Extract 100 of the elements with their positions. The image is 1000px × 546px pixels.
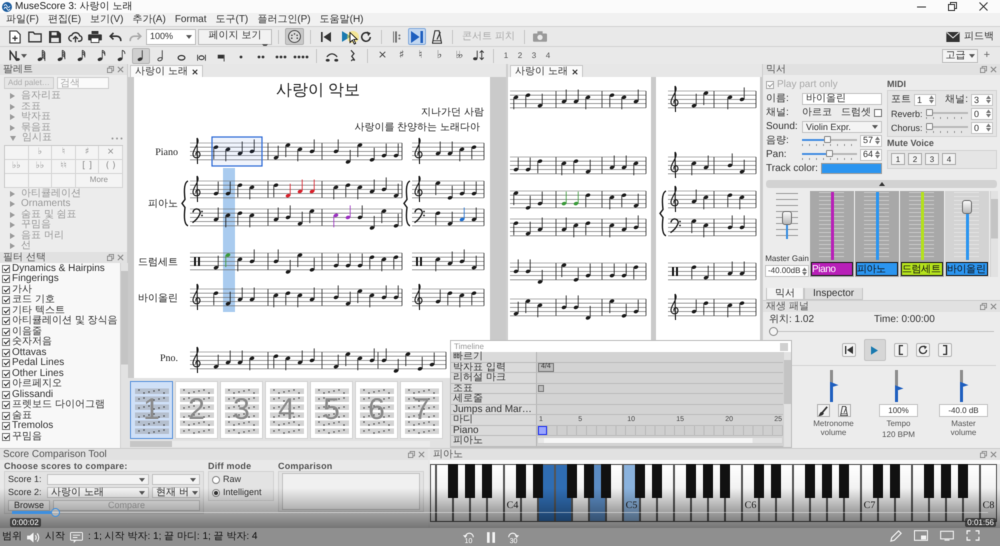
undock-icon[interactable]	[107, 254, 114, 260]
selection-box[interactable]	[211, 136, 263, 167]
triple-dot-icon[interactable]	[275, 52, 287, 58]
timeline-row-label[interactable]: 마디	[451, 415, 537, 424]
checkbox[interactable]	[2, 317, 10, 326]
play-button[interactable]	[864, 339, 886, 361]
double-sharp-button[interactable]: ×	[374, 48, 391, 64]
note-input-icon[interactable]	[9, 50, 20, 61]
sharp-button[interactable]: ♯	[393, 48, 410, 64]
checkbox[interactable]	[2, 348, 10, 357]
channel-label[interactable]: 드럼세트	[901, 262, 943, 276]
checkbox[interactable]	[2, 328, 10, 336]
pen-icon[interactable]	[890, 530, 902, 542]
tempo-field[interactable]: 100%	[879, 404, 918, 417]
palette-cell[interactable]	[5, 146, 29, 160]
checkbox[interactable]	[2, 412, 10, 420]
chorus-slider[interactable]	[926, 122, 968, 133]
radio-button[interactable]	[212, 488, 220, 496]
picture-in-picture-icon[interactable]	[914, 530, 928, 541]
voice-button[interactable]: 2	[514, 48, 526, 64]
slider-handle[interactable]	[824, 136, 831, 142]
checkbox[interactable]	[2, 306, 10, 315]
save-icon[interactable]	[49, 30, 61, 42]
flip-direction-icon[interactable]	[472, 49, 484, 62]
mute-voice-button[interactable]: 2	[908, 153, 922, 166]
fader-handle[interactable]	[782, 210, 792, 225]
mute-voice-button[interactable]: 1	[891, 153, 905, 166]
fullscreen-icon[interactable]	[966, 530, 980, 541]
checkbox[interactable]	[874, 108, 882, 116]
view-mode-dropdown[interactable]: 페이지 보기	[198, 28, 272, 44]
menu-item[interactable]: 도움말(H)	[320, 14, 364, 26]
palette-cell[interactable]	[5, 174, 29, 188]
channel-label[interactable]: 피아노	[856, 262, 898, 276]
loop-button[interactable]	[916, 343, 930, 357]
double-dot-icon[interactable]	[257, 52, 265, 58]
metronome-button[interactable]	[838, 404, 850, 417]
speaker-icon[interactable]	[27, 532, 40, 542]
master-gain-spin-box[interactable]: -40.00dB	[765, 265, 809, 277]
video-progress-bar[interactable]	[12, 508, 988, 517]
voice-button[interactable]: 4	[542, 48, 554, 64]
add-workspace-button[interactable]: +	[980, 48, 994, 64]
channel-strip[interactable]: 드럼세트	[900, 191, 944, 277]
checkbox[interactable]	[2, 380, 10, 388]
checkbox[interactable]	[2, 275, 10, 284]
timeline-row-label[interactable]: 세로줄	[451, 394, 537, 404]
workspace-dropdown[interactable]: 고급	[942, 48, 978, 62]
channel-label[interactable]: Piano	[811, 262, 853, 276]
palette-cell[interactable]	[52, 174, 76, 188]
mute-voice-button[interactable]: 4	[942, 153, 956, 166]
timeline-row-label[interactable]: 피아노	[451, 436, 537, 446]
new-file-icon[interactable]	[9, 30, 21, 44]
scrollbar[interactable]	[130, 441, 430, 447]
pan-score-button[interactable]	[408, 28, 426, 45]
checkbox[interactable]	[2, 422, 10, 430]
slider-handle[interactable]	[926, 122, 933, 130]
pause-icon[interactable]	[487, 532, 495, 542]
search-field[interactable]: 검색	[56, 77, 109, 89]
menu-item[interactable]: 편집(E)	[48, 14, 82, 26]
chorus-spin-box[interactable]: 0	[971, 122, 993, 134]
pan-spin-box[interactable]: 64	[860, 148, 882, 160]
panel-tab[interactable]: 믹서	[766, 288, 804, 300]
progress-handle[interactable]	[50, 508, 60, 517]
score-tab[interactable]: 사랑이 노래	[510, 65, 583, 77]
checkbox[interactable]	[2, 401, 10, 410]
mute-voice-button[interactable]: 3	[925, 153, 939, 166]
name-field[interactable]: 바이올린	[802, 92, 882, 104]
undo-icon[interactable]	[108, 32, 122, 42]
menu-item[interactable]: 보기(V)	[90, 14, 124, 26]
skip-to-start-icon[interactable]	[321, 32, 331, 42]
loop-out-button[interactable]	[938, 343, 952, 357]
slider-handle[interactable]	[769, 327, 778, 336]
scrollbar[interactable]	[990, 191, 998, 277]
screen-icon[interactable]	[940, 530, 954, 541]
color-swatch[interactable]	[820, 163, 882, 174]
score-dropdown[interactable]: 사랑이 노래	[47, 487, 149, 498]
comparison-output-field[interactable]	[282, 473, 420, 510]
slider-handle[interactable]	[826, 150, 833, 156]
metronome-sound-button[interactable]	[816, 404, 830, 417]
dot-icon[interactable]	[239, 52, 243, 58]
reverb-spin-box[interactable]: 0	[971, 108, 993, 120]
key-signature-marker[interactable]	[538, 384, 544, 392]
sound-dropdown[interactable]: Violin Expr.	[802, 120, 882, 132]
menu-item[interactable]: 추가(A)	[132, 14, 166, 26]
zoom-combo-box[interactable]: 100%	[146, 28, 196, 44]
quadruple-dot-icon[interactable]	[293, 52, 309, 58]
master-field[interactable]: -40.0 dB	[939, 404, 988, 417]
rewind-button[interactable]	[842, 343, 856, 357]
checkbox[interactable]	[2, 296, 10, 304]
voice-button[interactable]: 3	[528, 48, 540, 64]
double-flat-button[interactable]: ♭♭	[450, 48, 467, 64]
close-icon[interactable]	[979, 2, 988, 11]
timeline-row-label[interactable]: Jumps and Mar…	[451, 404, 537, 414]
cloud-upload-icon[interactable]	[68, 30, 82, 42]
checkbox[interactable]	[2, 390, 10, 399]
channel-label[interactable]: 바이올린	[946, 262, 988, 276]
undock-icon[interactable]	[107, 66, 114, 73]
volume-spin-box[interactable]: 57	[860, 134, 882, 146]
slider-handle[interactable]	[926, 108, 933, 116]
checkbox[interactable]	[2, 338, 10, 346]
channel-strip[interactable]: Piano	[810, 191, 854, 277]
